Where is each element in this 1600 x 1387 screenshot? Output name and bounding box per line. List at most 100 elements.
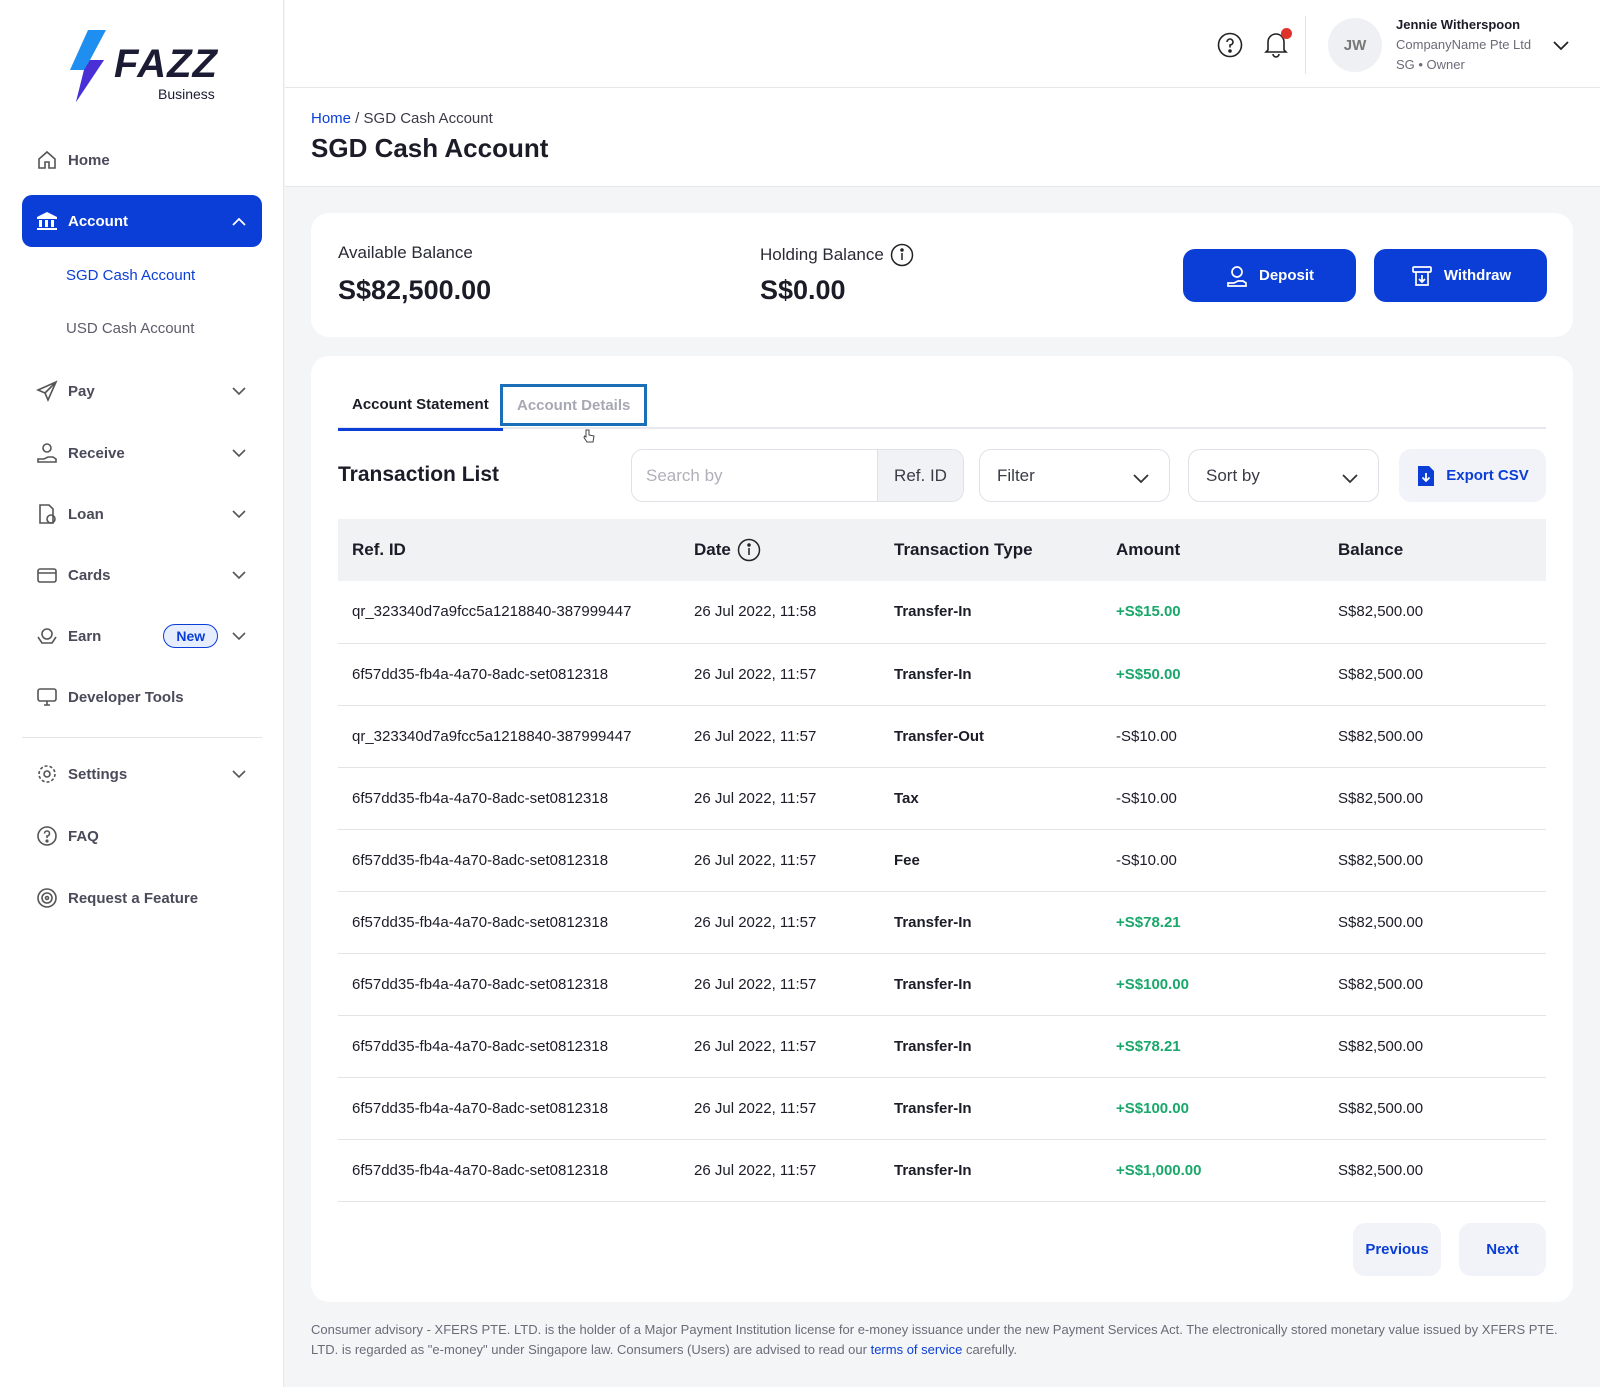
cell-ref-id: 6f57dd35-fb4a-4a70-8adc-set0812318 bbox=[338, 767, 680, 830]
transaction-list-title: Transaction List bbox=[338, 463, 500, 486]
deposit-icon bbox=[1225, 264, 1249, 288]
sidebar-item-label: Developer Tools bbox=[68, 688, 184, 706]
search-box: Ref. ID bbox=[631, 449, 964, 502]
withdraw-label: Withdraw bbox=[1443, 267, 1512, 284]
cell-balance: S$82,500.00 bbox=[1324, 953, 1546, 1016]
table-row[interactable]: 6f57dd35-fb4a-4a70-8adc-set0812318 26 Jul… bbox=[338, 767, 1546, 830]
cell-date: 26 Jul 2022, 11:57 bbox=[680, 953, 880, 1016]
column-header-ref-id: Ref. ID bbox=[338, 519, 680, 581]
table-row[interactable]: 6f57dd35-fb4a-4a70-8adc-set0812318 26 Jul… bbox=[338, 829, 1546, 892]
sidebar-item-label: FAQ bbox=[68, 827, 99, 845]
previous-button[interactable]: Previous bbox=[1353, 1223, 1441, 1276]
page-header: Home / SGD Cash Account SGD Cash Account bbox=[285, 88, 1600, 187]
next-button[interactable]: Next bbox=[1459, 1223, 1546, 1276]
transaction-table: Ref. ID Date Transaction Type Amount Bal… bbox=[338, 519, 1546, 1202]
deposit-label: Deposit bbox=[1258, 267, 1314, 284]
fazz-business-logo[interactable]: FAZZ Business bbox=[66, 30, 226, 104]
breadcrumb-separator: / bbox=[351, 110, 364, 127]
sidebar-item-label: Account bbox=[68, 212, 128, 230]
cell-date: 26 Jul 2022, 11:57 bbox=[680, 829, 880, 892]
export-csv-button[interactable]: Export CSV bbox=[1399, 449, 1546, 502]
sidebar-item-faq[interactable]: FAQ bbox=[22, 810, 262, 862]
table-row[interactable]: 6f57dd35-fb4a-4a70-8adc-set0812318 26 Jul… bbox=[338, 1015, 1546, 1078]
sidebar-item-earn[interactable]: Earn New bbox=[22, 610, 262, 662]
sidebar-item-cards[interactable]: Cards bbox=[22, 549, 262, 601]
sidebar-item-settings[interactable]: Settings bbox=[22, 748, 262, 800]
table-row[interactable]: 6f57dd35-fb4a-4a70-8adc-set0812318 26 Jul… bbox=[338, 891, 1546, 954]
card-icon bbox=[36, 564, 58, 586]
sort-label: Sort by bbox=[1206, 465, 1260, 485]
column-header-amount: Amount bbox=[1102, 519, 1324, 581]
cell-balance: S$82,500.00 bbox=[1324, 829, 1546, 892]
sidebar-item-account[interactable]: Account bbox=[22, 195, 262, 247]
table-row[interactable]: 6f57dd35-fb4a-4a70-8adc-set0812318 26 Jul… bbox=[338, 953, 1546, 1016]
withdraw-button[interactable]: Withdraw bbox=[1374, 249, 1547, 302]
cell-balance: S$82,500.00 bbox=[1324, 1139, 1546, 1202]
cell-ref-id: qr_323340d7a9fcc5a1218840-387999447 bbox=[338, 581, 680, 644]
sidebar-item-pay[interactable]: Pay bbox=[22, 365, 262, 417]
user-name: Jennie Witherspoon bbox=[1396, 17, 1521, 32]
home-icon bbox=[36, 149, 58, 171]
top-bar: JW Jennie Witherspoon CompanyName Pte Lt… bbox=[285, 0, 1600, 88]
search-field-selector[interactable]: Ref. ID bbox=[877, 450, 963, 501]
sidebar-item-label: Pay bbox=[68, 382, 95, 400]
cell-amount: +S$50.00 bbox=[1102, 643, 1324, 706]
cell-transaction-type: Transfer-In bbox=[880, 1139, 1102, 1202]
sidebar-item-request-feature[interactable]: Request a Feature bbox=[22, 872, 262, 924]
cell-transaction-type: Transfer-Out bbox=[880, 705, 1102, 768]
user-role: SG • Owner bbox=[1396, 57, 1465, 72]
breadcrumb: Home / SGD Cash Account bbox=[311, 110, 493, 127]
chevron-down-icon[interactable] bbox=[1553, 38, 1569, 56]
avatar[interactable]: JW bbox=[1328, 18, 1382, 72]
chevron-down-icon bbox=[1342, 469, 1358, 489]
sidebar-subitem-usd-cash-account[interactable]: USD Cash Account bbox=[66, 320, 194, 337]
cell-balance: S$82,500.00 bbox=[1324, 1077, 1546, 1140]
tab-account-details[interactable]: Account Details bbox=[500, 384, 648, 426]
statement-card: Account Statement Account Details Transa… bbox=[311, 356, 1573, 1302]
table-row[interactable]: 6f57dd35-fb4a-4a70-8adc-set0812318 26 Jul… bbox=[338, 643, 1546, 706]
cell-balance: S$82,500.00 bbox=[1324, 1015, 1546, 1078]
deposit-button[interactable]: Deposit bbox=[1183, 249, 1356, 302]
sidebar-item-receive[interactable]: Receive bbox=[22, 427, 262, 479]
cell-amount: +S$15.00 bbox=[1102, 581, 1324, 644]
earn-icon bbox=[36, 625, 58, 647]
info-icon[interactable] bbox=[890, 243, 914, 267]
cell-amount: +S$100.00 bbox=[1102, 1077, 1324, 1140]
send-icon bbox=[36, 380, 58, 402]
breadcrumb-home-link[interactable]: Home bbox=[311, 110, 351, 127]
table-header-row: Ref. ID Date Transaction Type Amount Bal… bbox=[338, 519, 1546, 581]
hand-cursor-icon bbox=[583, 429, 595, 448]
help-circle-icon bbox=[36, 825, 58, 847]
help-icon[interactable] bbox=[1217, 32, 1243, 63]
target-icon bbox=[36, 887, 58, 909]
sidebar-item-home[interactable]: Home bbox=[22, 134, 262, 186]
table-row[interactable]: 6f57dd35-fb4a-4a70-8adc-set0812318 26 Jul… bbox=[338, 1139, 1546, 1202]
receive-hand-icon bbox=[36, 442, 58, 464]
cell-ref-id: 6f57dd35-fb4a-4a70-8adc-set0812318 bbox=[338, 1015, 680, 1078]
cell-date: 26 Jul 2022, 11:57 bbox=[680, 1139, 880, 1202]
sidebar-item-label: Home bbox=[68, 151, 110, 169]
cell-ref-id: 6f57dd35-fb4a-4a70-8adc-set0812318 bbox=[338, 643, 680, 706]
cell-amount: +S$78.21 bbox=[1102, 891, 1324, 954]
info-icon[interactable] bbox=[737, 538, 761, 562]
sidebar-item-developer-tools[interactable]: Developer Tools bbox=[22, 671, 262, 723]
tab-account-statement[interactable]: Account Statement bbox=[338, 381, 503, 431]
monitor-icon bbox=[36, 686, 58, 708]
table-row[interactable]: qr_323340d7a9fcc5a1218840-387999447 26 Ju… bbox=[338, 705, 1546, 768]
loan-document-icon bbox=[36, 503, 58, 525]
table-row[interactable]: qr_323340d7a9fcc5a1218840-387999447 26 Ju… bbox=[338, 581, 1546, 644]
sidebar-subitem-sgd-cash-account[interactable]: SGD Cash Account bbox=[66, 267, 195, 284]
cell-amount: +S$1,000.00 bbox=[1102, 1139, 1324, 1202]
sort-dropdown[interactable]: Sort by bbox=[1188, 449, 1379, 502]
table-row[interactable]: 6f57dd35-fb4a-4a70-8adc-set0812318 26 Jul… bbox=[338, 1077, 1546, 1140]
cell-transaction-type: Transfer-In bbox=[880, 891, 1102, 954]
cell-balance: S$82,500.00 bbox=[1324, 705, 1546, 768]
page-title: SGD Cash Account bbox=[311, 133, 549, 163]
cell-transaction-type: Fee bbox=[880, 829, 1102, 892]
sidebar-item-loan[interactable]: Loan bbox=[22, 488, 262, 540]
filter-dropdown[interactable]: Filter bbox=[979, 449, 1170, 502]
terms-of-service-link[interactable]: terms of service bbox=[871, 1342, 963, 1357]
search-input[interactable] bbox=[632, 450, 877, 501]
logo-wordmark: FAZZ bbox=[114, 42, 218, 86]
fazz-bolt-icon bbox=[70, 30, 106, 102]
